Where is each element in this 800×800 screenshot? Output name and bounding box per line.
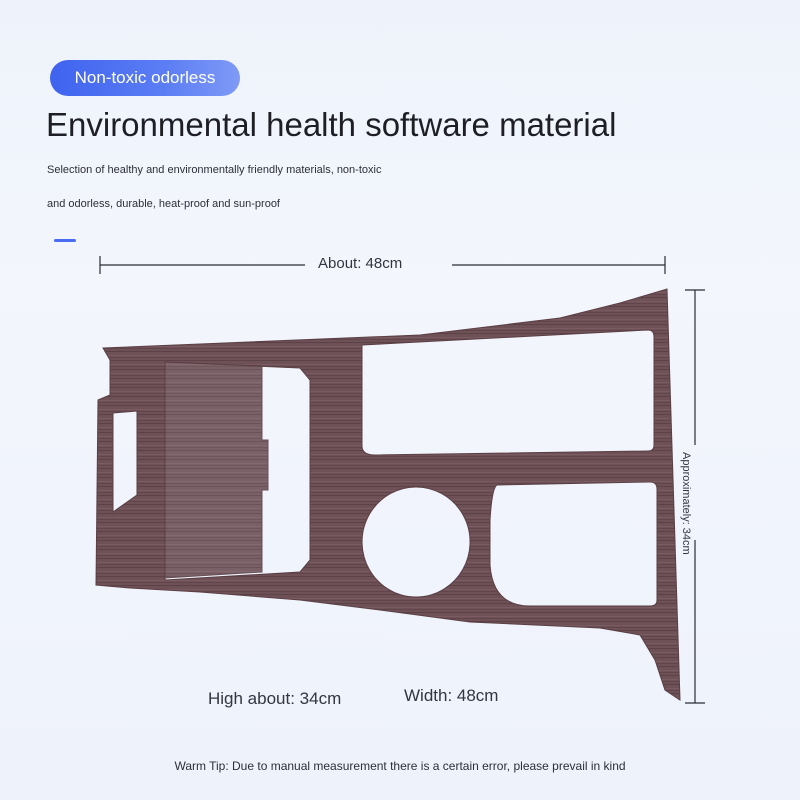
top-dimension-label: About: 48cm (318, 255, 403, 272)
height-label: High about: 34cm (208, 689, 342, 708)
warm-tip: Warm Tip: Due to manual measurement ther… (174, 759, 626, 773)
product-illustration (95, 256, 705, 704)
console-panel (95, 288, 681, 701)
width-label: Width: 48cm (404, 686, 499, 705)
side-dimension-label: Approximately: 34cm (680, 452, 692, 555)
